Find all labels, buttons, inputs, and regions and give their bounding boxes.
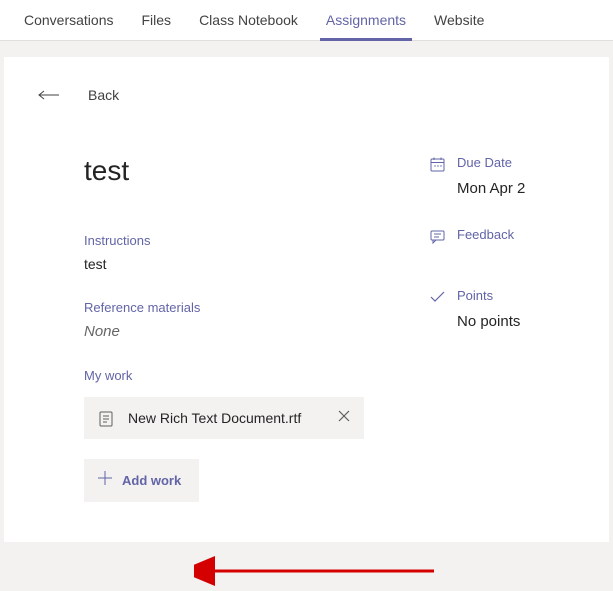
tab-conversations[interactable]: Conversations [10, 0, 128, 40]
instructions-value: test [84, 256, 369, 272]
reference-label: Reference materials [84, 300, 369, 315]
assignment-sidebar: Due Date Mon Apr 2 Feedback Points No po… [429, 155, 579, 502]
due-date-label: Due Date [457, 155, 512, 170]
mywork-label: My work [84, 368, 369, 383]
plus-icon [98, 471, 112, 490]
back-button[interactable]: Back [4, 87, 609, 103]
tab-bar: Conversations Files Class Notebook Assig… [0, 0, 613, 41]
tab-assignments[interactable]: Assignments [312, 0, 420, 40]
reference-value: None [84, 323, 369, 340]
back-arrow-icon [38, 88, 60, 102]
feedback-icon [429, 228, 445, 244]
close-icon [338, 410, 350, 422]
assignment-title: test [84, 155, 369, 187]
points-label: Points [457, 288, 493, 303]
attachment-name: New Rich Text Document.rtf [128, 410, 324, 426]
tab-class-notebook[interactable]: Class Notebook [185, 0, 312, 40]
points-value: No points [457, 313, 579, 330]
instructions-label: Instructions [84, 233, 369, 248]
add-work-label: Add work [122, 473, 181, 488]
add-work-button[interactable]: Add work [84, 459, 199, 502]
checkmark-icon [429, 289, 445, 305]
tab-website[interactable]: Website [420, 0, 498, 40]
tab-files[interactable]: Files [128, 0, 186, 40]
annotation-arrow [194, 541, 444, 591]
back-label: Back [88, 87, 119, 103]
assignment-main: test Instructions test Reference materia… [84, 155, 369, 502]
due-date-value: Mon Apr 2 [457, 180, 579, 197]
calendar-icon [429, 156, 445, 172]
remove-attachment-button[interactable] [338, 409, 350, 427]
attachment-item[interactable]: New Rich Text Document.rtf [84, 397, 364, 439]
document-icon [98, 411, 114, 427]
feedback-label[interactable]: Feedback [457, 227, 514, 242]
assignment-card: Back test Instructions test Reference ma… [4, 57, 609, 542]
